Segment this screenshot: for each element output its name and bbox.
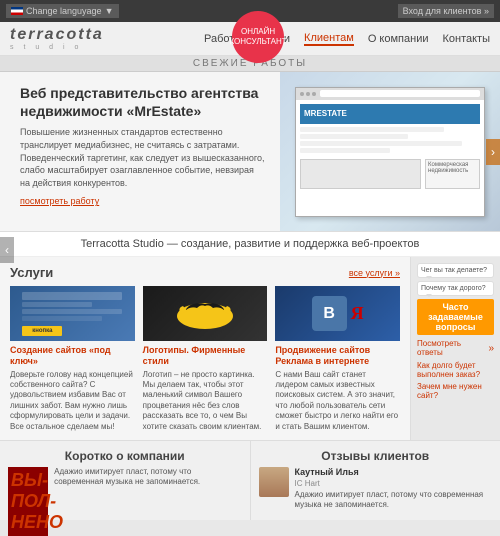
logo-subtitle: s t u d i o [10, 44, 104, 51]
service-title-logo: Логотипы. Фирменные стили [143, 345, 268, 367]
review-text: Адажио имитирует пласт, потому что совре… [295, 490, 493, 511]
reviews-section: Отзывы клиентов Каутный Илья IC Hart Ада… [251, 441, 500, 520]
review-text-area: Каутный Илья IC Hart Адажио имитирует пл… [295, 467, 493, 511]
vk-icon: В [312, 296, 347, 331]
avatar-image [259, 467, 289, 497]
hero-screenshot: MRESTATE Коммерческаянедвижимость [280, 72, 500, 231]
logo-area: terracotta s t u d i o [10, 26, 104, 51]
services-main: Услуги все услуги » кнопка Соз [0, 257, 410, 440]
mock-row [300, 134, 408, 139]
nav-item-clients[interactable]: Клиентам [304, 32, 354, 46]
about-content: ВЫ-ПОЛ-НЕНО Адажио имитирует пласт, пото… [8, 467, 242, 536]
about-text: Адажио имитирует пласт, потому что совре… [54, 467, 241, 536]
hero-title: Веб представительство агентства недвижим… [20, 84, 266, 120]
mock-rows: Коммерческаянедвижимость [300, 127, 480, 189]
faq-arrow-icon: » [488, 343, 494, 354]
mock-browser: MRESTATE Коммерческаянедвижимость [295, 87, 485, 217]
services-section: Услуги все услуги » кнопка Соз [0, 257, 500, 440]
done-badge: ВЫ-ПОЛ-НЕНО [8, 467, 48, 536]
arrow-icon: » [484, 6, 489, 16]
hero-description: Повышение жизненных стандартов естествен… [20, 126, 266, 189]
faq-answers-link[interactable]: Посмотреть ответы » [417, 339, 494, 357]
mock-dot [312, 92, 316, 96]
service-desc-logo: Логотип – не просто картинка. Мы делаем … [143, 370, 268, 432]
mock-content: MRESTATE Коммерческаянедвижимость [296, 100, 484, 193]
service-image-logo [143, 286, 268, 341]
login-button[interactable]: Вход для клиентов » [398, 4, 494, 18]
done-text: ВЫ-ПОЛ-НЕНО [11, 470, 45, 533]
services-grid: кнопка Создание сайтов «под ключ» Доверь… [10, 286, 400, 432]
service-image-promo: В Я [275, 286, 400, 341]
faq-bubble1: Чег вы так делаете? [417, 263, 494, 278]
logo-text[interactable]: terracotta [10, 26, 104, 44]
bottom-section: Коротко о компании ВЫ-ПОЛ-НЕНО Адажио им… [0, 440, 500, 520]
nav-item-contacts[interactable]: Контакты [442, 33, 490, 45]
service-desc-promo: С нами Ваш сайт станет лидером самых изв… [275, 370, 400, 432]
about-title: Коротко о компании [8, 449, 242, 463]
faq-item2[interactable]: Зачем мне нужен сайт? [417, 382, 494, 400]
lang-button[interactable]: Change languyage ▼ [6, 4, 119, 18]
mock-row [300, 148, 390, 153]
tagline-bar: Terracotta Studio — создание, развитие и… [0, 232, 500, 257]
faq-bubble2: Почему так дорого? [417, 281, 494, 296]
hero-section: ‹ Веб представительство агентства недвиж… [0, 72, 500, 232]
lang-label: Change languyage [26, 6, 102, 16]
mock-row [300, 127, 444, 132]
faq-item1[interactable]: Как долго будет выполнен заказ? [417, 361, 494, 379]
service-title-website: Создание сайтов «под ключ» [10, 345, 135, 367]
service-item-promo: В Я Продвижение сайтов Реклама в интерне… [275, 286, 400, 432]
services-all-link[interactable]: все услуги » [349, 268, 400, 278]
services-title: Услуги [10, 265, 53, 280]
hero-left: Веб представительство агентства недвижим… [0, 72, 280, 231]
hero-link[interactable]: посмотреть работу [20, 196, 99, 206]
nav-item-about[interactable]: О компании [368, 33, 429, 45]
mock-dot [300, 92, 304, 96]
faq-title: Часто задаваемые вопросы [417, 299, 494, 335]
service-item-website: кнопка Создание сайтов «под ключ» Доверь… [10, 286, 135, 432]
service-item-logo: Логотипы. Фирменные стили Логотип – не п… [143, 286, 268, 432]
yandex-icon: Я [351, 303, 364, 324]
reviewer-secondary-name: IC Hart [295, 479, 493, 488]
service-image-website: кнопка [10, 286, 135, 341]
about-section: Коротко о компании ВЫ-ПОЛ-НЕНО Адажио им… [0, 441, 251, 520]
reviewer-name: Каутный Илья [295, 467, 493, 477]
service-title-promo: Продвижение сайтов Реклама в интернете [275, 345, 400, 367]
reviews-title: Отзывы клиентов [259, 449, 493, 463]
hero-next-button[interactable]: › [486, 139, 500, 165]
services-header: Услуги все услуги » [10, 265, 400, 280]
consultant-bubble[interactable]: ОНЛАЙН КОНСУЛЬТАНТ [232, 11, 284, 63]
consultant-line2: КОНСУЛЬТАНТ [229, 37, 286, 47]
login-label: Вход для клиентов [403, 6, 482, 16]
mock-dot [306, 92, 310, 96]
mock-logo-area: MRESTATE [300, 104, 480, 124]
flag-icon [11, 7, 23, 15]
arrow-left-icon: ‹ [5, 243, 9, 257]
consultant-line1: ОНЛАЙН [241, 27, 275, 37]
header: Change languyage ▼ ОНЛАЙН КОНСУЛЬТАНТ Вх… [0, 0, 500, 22]
arrow-right-icon: › [491, 145, 495, 159]
mock-row [300, 141, 462, 146]
faq-answers-label: Посмотреть ответы [417, 339, 486, 357]
mock-url-bar [320, 90, 480, 97]
hero-prev-button[interactable]: ‹ [0, 237, 14, 263]
faq-sidebar: Чег вы так делаете? Почему так дорого? Ч… [410, 257, 500, 440]
avatar [259, 467, 289, 497]
review-content: Каутный Илья IC Hart Адажио имитирует пл… [259, 467, 493, 511]
mock-browser-bar [296, 88, 484, 100]
tagline-text: Terracotta Studio — создание, развитие и… [81, 238, 420, 250]
chevron-down-icon: ▼ [105, 6, 114, 16]
service-desc-website: Доверьте голову над концепцией собственн… [10, 370, 135, 432]
screenshot-mock: MRESTATE Коммерческаянедвижимость [280, 72, 500, 231]
mock-logo-text: MRESTATE [304, 109, 347, 118]
batman-svg [175, 296, 235, 331]
